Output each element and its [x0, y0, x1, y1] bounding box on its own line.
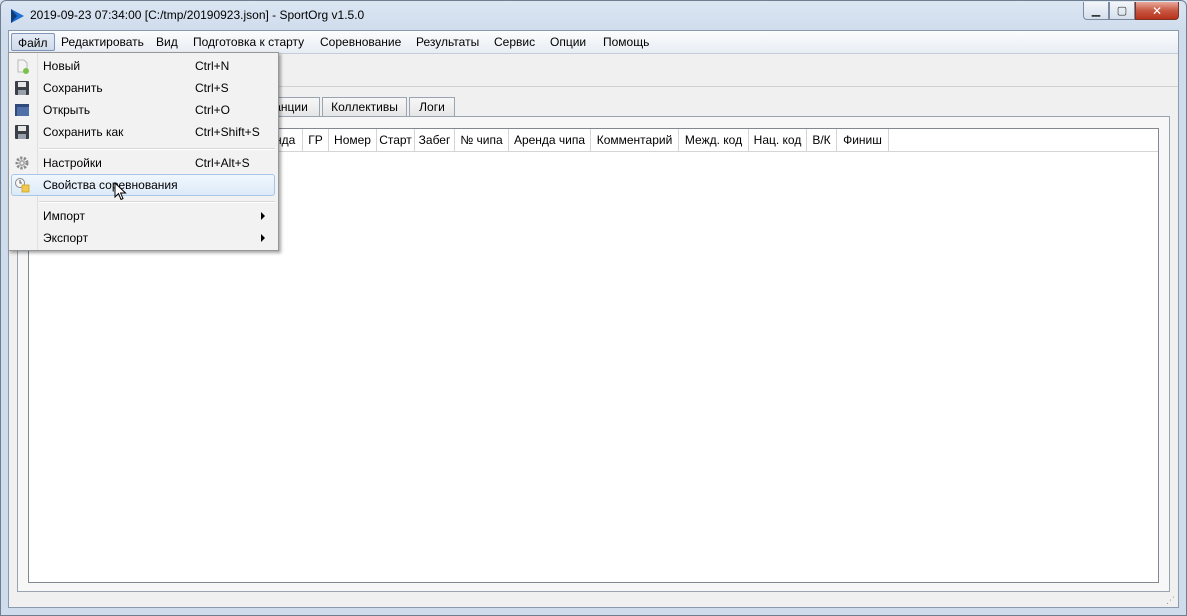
- menu-item-label: Сохранить: [43, 81, 103, 95]
- window-title: 2019-09-23 07:34:00 [C:/tmp/20190923.jso…: [30, 8, 365, 22]
- menu-item-label: Свойства соревнования: [43, 178, 178, 192]
- menu-item-new[interactable]: Новый Ctrl+N: [11, 55, 275, 77]
- menu-results[interactable]: Результаты: [410, 33, 485, 51]
- menu-item-settings[interactable]: Настройки Ctrl+Alt+S: [11, 152, 275, 174]
- menu-item-save-as[interactable]: Сохранить как Ctrl+Shift+S: [11, 121, 275, 143]
- menu-service[interactable]: Сервис: [488, 33, 541, 51]
- menu-item-shortcut: Ctrl+Alt+S: [195, 156, 250, 170]
- menu-item-open[interactable]: Открыть Ctrl+O: [11, 99, 275, 121]
- menu-item-competition-properties[interactable]: Свойства соревнования: [11, 174, 275, 196]
- column-header-chip-number[interactable]: № чипа: [455, 129, 509, 151]
- save-as-icon: [15, 125, 29, 139]
- close-button[interactable]: ✕: [1135, 2, 1179, 20]
- menu-item-label: Экспорт: [43, 231, 89, 245]
- gear-icon: [15, 156, 29, 170]
- menu-edit[interactable]: Редактировать: [55, 33, 150, 51]
- resize-grip-icon[interactable]: ⋰: [1166, 595, 1176, 605]
- column-header-out-of-competition[interactable]: В/К: [807, 129, 837, 151]
- menu-item-label: Новый: [43, 59, 81, 73]
- menu-item-label: Импорт: [43, 209, 85, 223]
- submenu-arrow-icon: [261, 212, 265, 220]
- menu-options[interactable]: Опции: [544, 33, 592, 51]
- menu-item-save[interactable]: Сохранить Ctrl+S: [11, 77, 275, 99]
- menu-item-shortcut: Ctrl+S: [195, 81, 229, 95]
- minimize-icon: ▁: [1091, 5, 1101, 17]
- menu-start-preparation[interactable]: Подготовка к старту: [187, 33, 310, 51]
- column-header-comment[interactable]: Комментарий: [591, 129, 679, 151]
- menu-separator: [39, 148, 275, 150]
- maximize-icon: ▢: [1116, 5, 1128, 17]
- menu-item-import[interactable]: Импорт: [11, 205, 275, 227]
- column-header-national-code[interactable]: Нац. код: [749, 129, 807, 151]
- menu-item-shortcut: Ctrl+N: [195, 59, 230, 73]
- column-header-heat[interactable]: Забег: [415, 129, 455, 151]
- app-window: 2019-09-23 07:34:00 [C:/tmp/20190923.jso…: [0, 0, 1187, 616]
- menu-item-label: Сохранить как: [43, 125, 124, 139]
- file-dropdown-menu: Новый Ctrl+N Сохранить Ctrl+S Открыть Ct…: [8, 52, 279, 251]
- column-header-intl-code[interactable]: Межд. код: [679, 129, 749, 151]
- menu-separator: [39, 201, 275, 203]
- tab-logs[interactable]: Логи: [409, 97, 455, 117]
- menu-item-export[interactable]: Экспорт: [11, 227, 275, 249]
- menu-item-shortcut: Ctrl+O: [195, 103, 231, 117]
- menu-view[interactable]: Вид: [150, 33, 184, 51]
- column-header-number[interactable]: Номер: [329, 129, 377, 151]
- sportorg-logo-icon: [11, 9, 24, 23]
- menu-item-label: Настройки: [43, 156, 102, 170]
- window-controls: ▁ ▢ ✕: [1083, 2, 1179, 21]
- title-bar[interactable]: 2019-09-23 07:34:00 [C:/tmp/20190923.jso…: [1, 1, 1186, 31]
- column-header-start[interactable]: Старт: [377, 129, 415, 151]
- column-header-group[interactable]: ГР: [303, 129, 329, 151]
- column-header-team[interactable]: нда: [275, 129, 303, 151]
- save-icon: [15, 81, 29, 95]
- submenu-arrow-icon: [261, 234, 265, 242]
- new-file-icon: [17, 59, 29, 74]
- tab-teams[interactable]: Коллективы: [322, 97, 407, 117]
- properties-icon: [15, 178, 30, 193]
- menu-competition[interactable]: Соревнование: [314, 33, 407, 51]
- mouse-cursor-icon: [114, 182, 127, 201]
- menu-help[interactable]: Помощь: [597, 33, 655, 51]
- menu-file[interactable]: Файл: [11, 33, 55, 51]
- maximize-button[interactable]: ▢: [1109, 2, 1135, 20]
- close-icon: ✕: [1151, 4, 1163, 18]
- minimize-button[interactable]: ▁: [1083, 2, 1109, 20]
- open-folder-icon: [15, 104, 29, 116]
- menu-bar: Файл Редактировать Вид Подготовка к стар…: [9, 31, 1178, 54]
- menu-item-shortcut: Ctrl+Shift+S: [195, 125, 260, 139]
- column-header-finish[interactable]: Финиш: [837, 129, 889, 151]
- column-header-chip-rent[interactable]: Аренда чипа: [509, 129, 591, 151]
- menu-item-label: Открыть: [43, 103, 91, 117]
